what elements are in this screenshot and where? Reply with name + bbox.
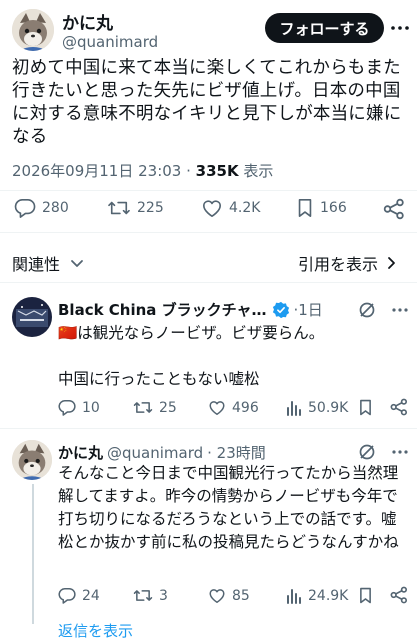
bookmark-button[interactable]: [358, 587, 379, 604]
reply-header: かに丸 @quanimard · 23時間: [58, 442, 266, 463]
bookmark-count: 166: [320, 200, 347, 216]
bookmark-icon: [360, 587, 371, 604]
reply-text: そんなこと今日まで中国観光行ってたから当然理解してますよ。昨今の情勢からノービザ…: [58, 464, 399, 551]
divider: [0, 232, 417, 233]
view-label: 表示: [238, 162, 274, 180]
share-icon: [383, 198, 404, 220]
reply-icon: [14, 199, 36, 218]
like-count: 4.2K: [229, 200, 261, 216]
reply-header: Black China ブラックチャ… ·1日: [58, 299, 323, 320]
post-timestamp[interactable]: 2026年09月11日 23:03: [12, 162, 181, 180]
reply-more-icon[interactable]: [390, 443, 410, 461]
reply-count: 24: [82, 587, 100, 604]
author-name[interactable]: かに丸: [62, 9, 113, 34]
repost-button[interactable]: 3: [133, 587, 168, 604]
bookmark-button[interactable]: 166: [296, 198, 347, 218]
like-button[interactable]: 496: [208, 399, 259, 416]
chevron-right-icon: [388, 257, 395, 269]
repost-icon: [133, 590, 153, 601]
reply-more-icon[interactable]: [390, 301, 410, 319]
share-icon: [390, 398, 408, 416]
share-button[interactable]: [390, 398, 414, 416]
divider: [0, 282, 417, 283]
reply-time[interactable]: ·1日: [294, 299, 323, 320]
reply-author-name[interactable]: かに丸: [58, 442, 103, 463]
reply-button[interactable]: 280: [14, 198, 69, 218]
divider: [0, 190, 417, 191]
reply-button[interactable]: 10: [58, 399, 100, 416]
grok-icon[interactable]: [358, 301, 376, 319]
repost-count: 25: [159, 399, 177, 416]
repost-count: 3: [159, 587, 168, 604]
reply-text-line: 中国に行ったこともない嘘松: [58, 370, 260, 388]
view-count: 50.9K: [308, 399, 349, 416]
like-button[interactable]: 4.2K: [201, 198, 260, 218]
author-avatar[interactable]: [12, 9, 54, 51]
reply-text: 🇨🇳は観光ならノービザ。ビザ要らん。 中国に行ったこともない嘘松: [58, 322, 410, 391]
analytics-icon: [287, 589, 301, 604]
reply-avatar[interactable]: [12, 297, 52, 337]
reply-icon: [58, 400, 76, 416]
views-button[interactable]: 50.9K: [286, 399, 348, 416]
post-meta: 2026年09月11日 23:03 · 335K 表示: [12, 160, 273, 181]
analytics-icon: [287, 401, 301, 416]
like-count: 85: [232, 587, 250, 604]
bookmark-icon: [360, 399, 371, 416]
thread-line: [32, 484, 34, 624]
heart-icon: [209, 401, 225, 415]
grok-icon[interactable]: [358, 443, 376, 461]
author-handle[interactable]: @quanimard: [62, 33, 158, 51]
bookmark-icon: [298, 199, 312, 217]
heart-icon: [209, 589, 225, 603]
reply-text-line: 🇨🇳は観光ならノービザ。ビザ要らん。: [58, 324, 325, 342]
show-replies-link[interactable]: 返信を表示: [58, 620, 133, 640]
like-count: 496: [232, 399, 259, 416]
like-button[interactable]: 85: [208, 587, 250, 604]
repost-icon: [133, 402, 153, 413]
view-quotes-label: 引用を表示: [298, 255, 379, 274]
reply-button[interactable]: 24: [58, 587, 100, 604]
reply-author-handle[interactable]: @quanimard: [107, 444, 203, 462]
divider: [0, 428, 417, 429]
views-button[interactable]: 24.9K: [286, 587, 348, 604]
view-count: 335K: [195, 162, 239, 180]
view-count: 24.9K: [308, 587, 349, 604]
meta-separator: ·: [181, 162, 196, 180]
heart-icon: [203, 200, 221, 217]
repost-button[interactable]: 25: [133, 399, 177, 416]
repost-button[interactable]: 225: [107, 198, 164, 218]
reply-avatar[interactable]: [12, 440, 52, 480]
repost-icon: [108, 201, 130, 215]
share-icon: [390, 586, 408, 604]
sort-relevance-dropdown[interactable]: 関連性: [12, 251, 86, 275]
reply-icon: [58, 588, 76, 604]
share-button[interactable]: [390, 586, 414, 604]
reply-count: 280: [42, 200, 69, 216]
post-text: 初めて中国に来て本当に楽しくてこれからもまた行きたいと思った矢先にビザ値上げ。日…: [12, 58, 402, 147]
follow-button[interactable]: フォローする: [265, 13, 384, 43]
reply-author-name[interactable]: Black China ブラックチャ…: [58, 299, 267, 320]
verified-badge-icon: [272, 301, 289, 318]
bookmark-button[interactable]: [358, 399, 379, 416]
chevron-down-icon: [71, 260, 83, 267]
reply-time[interactable]: · 23時間: [207, 442, 266, 463]
view-quotes-link[interactable]: 引用を表示: [298, 251, 400, 275]
sort-relevance-label: 関連性: [12, 255, 61, 274]
more-options-icon[interactable]: [390, 18, 410, 38]
share-button[interactable]: [383, 198, 411, 220]
repost-count: 225: [137, 200, 164, 216]
reply-count: 10: [82, 399, 100, 416]
